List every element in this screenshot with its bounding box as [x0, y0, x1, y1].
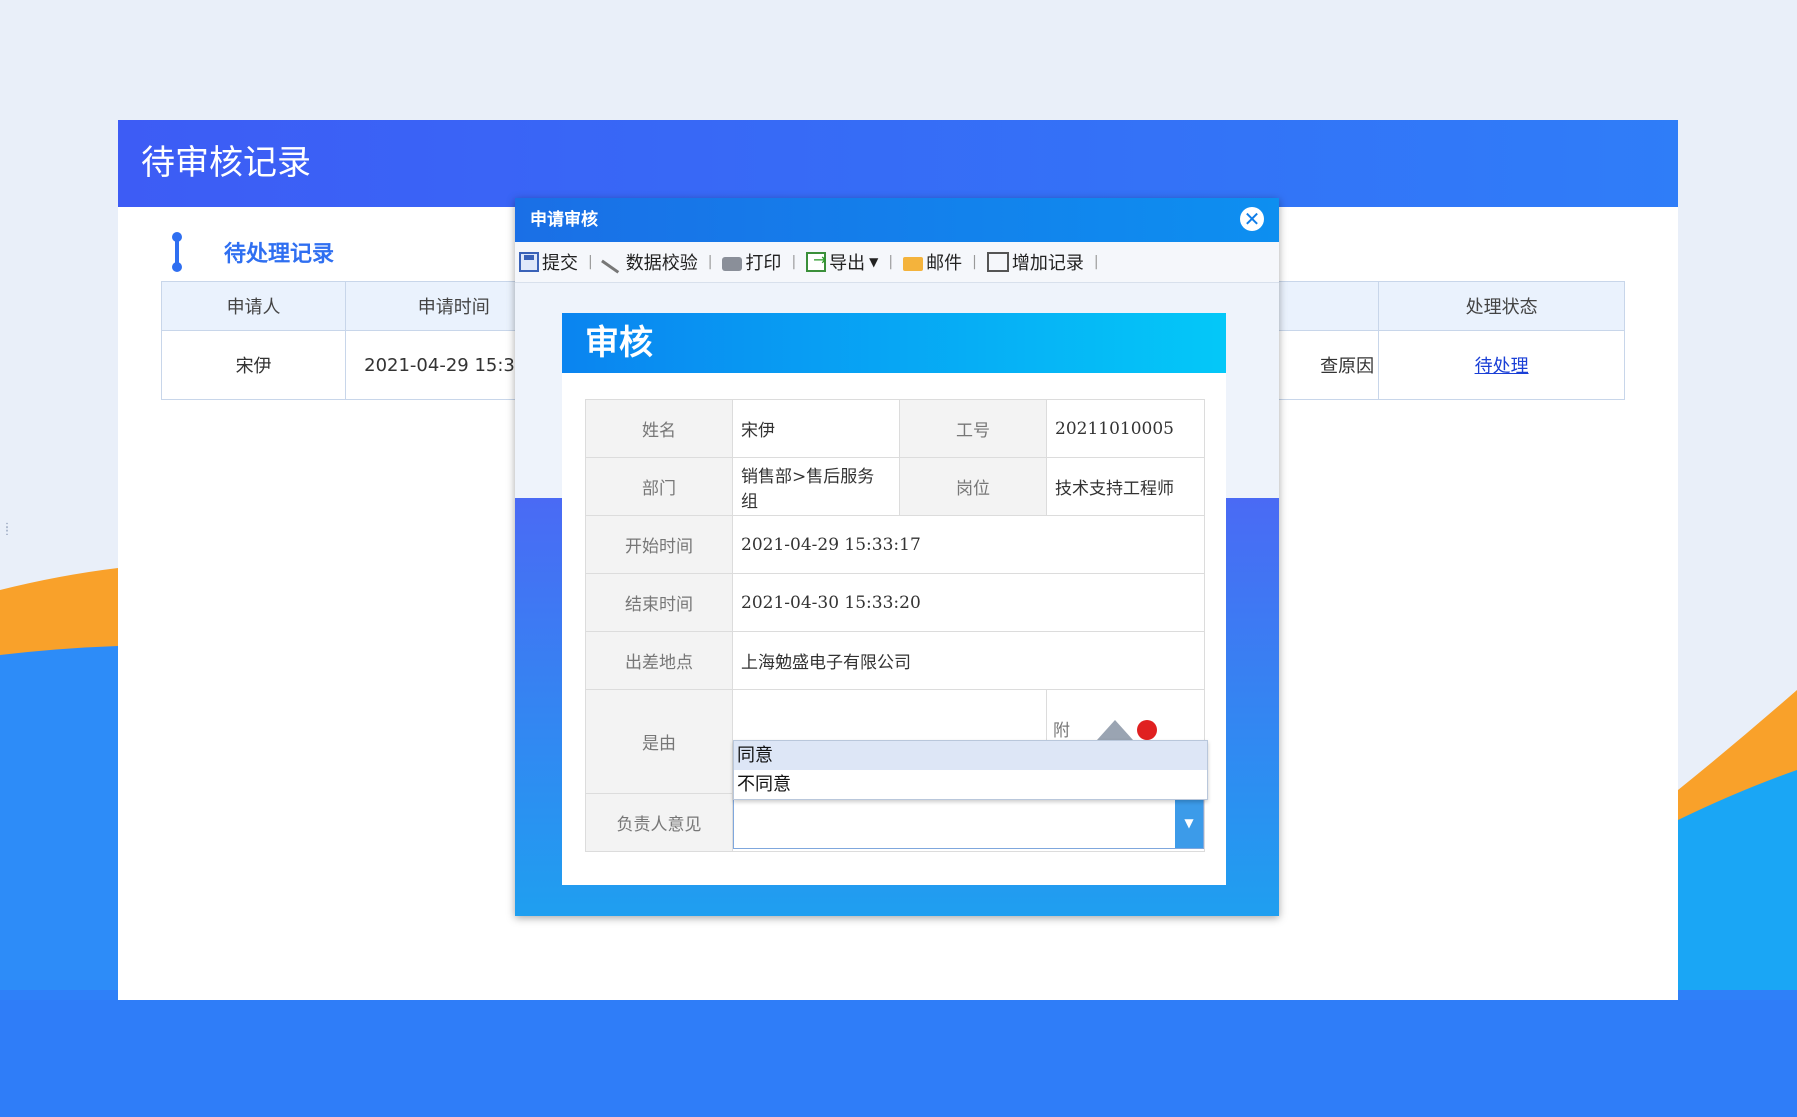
option-agree[interactable]: 同意	[734, 741, 1207, 770]
mail-icon	[903, 256, 924, 271]
chevron-down-icon[interactable]: ▼	[1175, 797, 1203, 848]
toolbar-separator: |	[588, 254, 593, 270]
name-label: 姓名	[585, 399, 733, 458]
upload-icon[interactable]	[1097, 716, 1157, 740]
dept-value: 销售部>售后服务组	[732, 457, 900, 516]
add-record-icon	[986, 252, 1009, 272]
job-no-value: 20211010005	[1046, 399, 1205, 458]
mail-label: 邮件	[926, 253, 963, 274]
dialog-title: 申请审核	[530, 210, 598, 230]
add-record-label: 增加记录	[1011, 253, 1084, 274]
submit-button[interactable]: 提交	[519, 249, 578, 275]
print-button[interactable]: 打印	[722, 249, 781, 275]
opinion-cell: ▼	[732, 793, 1205, 852]
section-header: 待处理记录	[170, 232, 334, 272]
option-disagree[interactable]: 不同意	[734, 770, 1207, 799]
name-value: 宋伊	[732, 399, 900, 458]
toolbar-separator: |	[1093, 254, 1099, 270]
opinion-select[interactable]: ▼	[733, 796, 1204, 849]
toolbar-separator: |	[888, 254, 894, 270]
status-link[interactable]: 待处理	[1475, 356, 1529, 377]
job-no-label: 工号	[899, 399, 1047, 458]
save-icon	[519, 252, 539, 272]
position-value: 技术支持工程师	[1046, 457, 1205, 516]
reason-label: 是由	[585, 689, 733, 794]
dialog-title-bar: 申请审核 ✕	[515, 198, 1279, 242]
start-time-value: 2021-04-29 15:33:17	[732, 515, 1205, 574]
export-label: 导出	[829, 253, 866, 274]
page-title: 待审核记录	[118, 120, 1678, 207]
close-icon[interactable]: ✕	[1240, 207, 1264, 231]
place-label: 出差地点	[585, 631, 733, 690]
toolbar-separator: |	[972, 254, 977, 270]
dialog-toolbar: 提交 | 数据校验 | 打印 | 导出 ▼ | 邮件 | 增加记录 |	[515, 242, 1279, 283]
export-icon	[806, 250, 827, 272]
opinion-dropdown: 同意 不同意	[733, 740, 1208, 800]
end-time-label: 结束时间	[585, 573, 733, 632]
position-label: 岗位	[899, 457, 1047, 516]
validate-label: 数据校验	[625, 253, 698, 274]
submit-label: 提交	[542, 253, 578, 274]
section-title: 待处理记录	[224, 242, 335, 267]
print-label: 打印	[745, 253, 782, 274]
add-record-button[interactable]: 增加记录	[986, 249, 1084, 275]
col-header-applicant: 申请人	[160, 281, 347, 331]
timeline-icon	[170, 232, 184, 272]
wand-icon	[600, 250, 625, 274]
col-header-status: 处理状态	[1378, 281, 1625, 331]
validate-button[interactable]: 数据校验	[600, 249, 698, 275]
dialog-body: 审核 姓名 宋伊 工号 20211010005 部门 销售部>售后服务组 岗位 …	[515, 283, 1279, 916]
dept-label: 部门	[585, 457, 733, 516]
attachment-label: 附	[1053, 721, 1070, 741]
drag-handle-icon[interactable]: ⋮ ⋮	[2, 523, 12, 537]
form-banner: 审核	[562, 313, 1226, 373]
end-time-value: 2021-04-30 15:33:20	[732, 573, 1205, 632]
cell-applicant: 宋伊	[160, 330, 347, 400]
toolbar-separator: |	[707, 254, 713, 270]
place-value: 上海勉盛电子有限公司	[732, 631, 1205, 690]
cell-status: 待处理	[1378, 330, 1625, 400]
start-time-label: 开始时间	[585, 515, 733, 574]
printer-icon	[722, 257, 743, 271]
export-button[interactable]: 导出 ▼	[806, 249, 878, 275]
mail-button[interactable]: 邮件	[903, 249, 962, 275]
toolbar-separator: |	[791, 254, 797, 270]
review-dialog: 申请审核 ✕ 提交 | 数据校验 | 打印 | 导出 ▼ | 邮件 |	[515, 198, 1279, 916]
opinion-label: 负责人意见	[585, 793, 733, 852]
chevron-down-icon: ▼	[869, 255, 879, 269]
